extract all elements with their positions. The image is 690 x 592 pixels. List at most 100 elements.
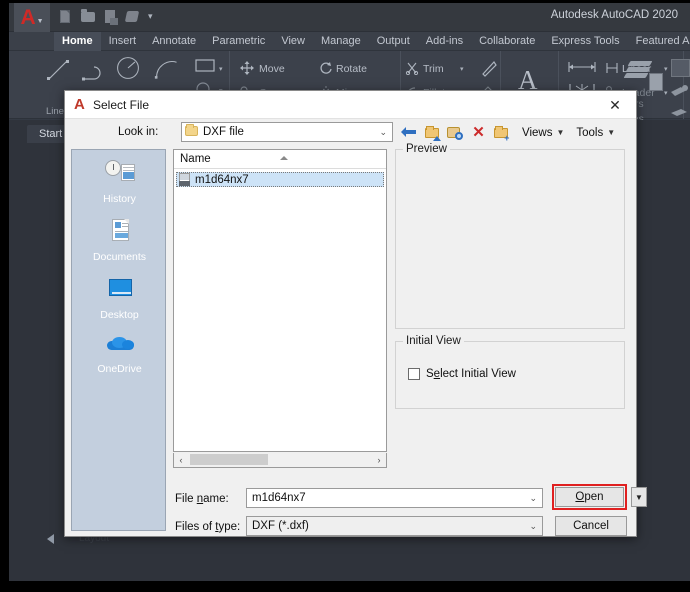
tab-express-tools[interactable]: Express Tools [543, 32, 627, 51]
lookin-combobox[interactable]: DXF file ⌄ [181, 122, 393, 142]
layer-properties-icon[interactable] [649, 73, 663, 91]
select-file-dialog: A Select File ✕ Look in: DXF file ⌄ ✕ + … [64, 90, 647, 537]
lookin-value: DXF file [203, 126, 244, 138]
place-desktop[interactable]: Desktop [72, 276, 167, 321]
move-icon[interactable] [240, 61, 254, 75]
place-onedrive[interactable]: OneDrive [72, 330, 167, 375]
dxf-file-icon [179, 173, 191, 186]
documents-icon [104, 218, 136, 248]
scroll-right-icon[interactable]: › [372, 453, 386, 466]
rectangle-dropdown-icon[interactable]: ▾ [219, 65, 223, 73]
tab-home[interactable]: Home [54, 32, 101, 51]
rotate-icon[interactable] [319, 61, 333, 75]
views-caret-icon[interactable]: ▼ [556, 128, 564, 137]
place-documents-label: Documents [92, 251, 147, 263]
tab-output[interactable]: Output [369, 32, 418, 51]
file-name-value: m1d64nx7 [252, 492, 306, 504]
preview-panel: Preview [395, 143, 625, 329]
line-tool-label: Line [46, 106, 64, 117]
linear-dropdown-icon[interactable]: ▾ [664, 65, 668, 73]
place-desktop-label: Desktop [100, 309, 139, 321]
up-folder-icon[interactable] [424, 124, 441, 141]
tab-annotate[interactable]: Annotate [144, 32, 204, 51]
table-row[interactable]: m1d64nx7 [176, 172, 384, 187]
autocad-logo-icon: A [20, 6, 36, 29]
layer-state-icon[interactable] [669, 105, 689, 119]
ribbon-tab-bar: Home Insert Annotate Parametric View Man… [9, 32, 690, 51]
leader-dropdown-icon[interactable]: ▾ [664, 89, 668, 97]
dialog-toolbar: ✕ + Views ▼ Tools ▼ [401, 122, 615, 143]
open-button[interactable]: Open [555, 487, 624, 507]
folder-icon [185, 124, 198, 136]
previous-page-arrow-icon[interactable] [47, 534, 54, 544]
arc-tool-icon[interactable] [154, 57, 180, 83]
places-bar: History Documents Desktop OneDrive [71, 149, 166, 531]
app-menu-caret-icon: ▼ [36, 18, 44, 25]
tab-manage[interactable]: Manage [313, 32, 369, 51]
tab-insert[interactable]: Insert [101, 32, 145, 51]
dialog-title-bar: A Select File ✕ [65, 91, 636, 119]
tools-menu-label: Tools [576, 126, 604, 139]
select-initial-view-checkbox[interactable] [408, 368, 420, 380]
file-name-chevron-down-icon[interactable]: ⌄ [529, 493, 537, 504]
rotate-tool-label: Rotate [336, 63, 367, 75]
tools-menu[interactable]: Tools ▼ [576, 127, 615, 139]
trim-dropdown-icon[interactable]: ▾ [460, 65, 464, 73]
circle-tool-icon[interactable] [115, 55, 141, 81]
move-tool-label: Move [259, 63, 285, 75]
dimension-icon[interactable] [567, 59, 597, 77]
place-documents[interactable]: Documents [72, 218, 167, 263]
plot-icon[interactable] [124, 9, 140, 24]
new-folder-icon[interactable]: + [493, 124, 510, 143]
file-name-input[interactable]: m1d64nx7 ⌄ [246, 488, 543, 508]
file-name-label: m1d64nx7 [195, 173, 249, 186]
column-header-name[interactable]: Name [180, 153, 211, 165]
rotate-tool[interactable]: Rotate [336, 63, 367, 75]
files-of-type-chevron-down-icon[interactable]: ⌄ [529, 521, 537, 532]
horizontal-scrollbar[interactable]: ‹ › [173, 453, 387, 468]
eraser-icon[interactable] [480, 59, 498, 77]
move-tool[interactable]: Move [259, 63, 285, 75]
match-properties-icon[interactable] [669, 83, 689, 101]
tab-addins[interactable]: Add-ins [418, 32, 471, 51]
open-icon[interactable] [81, 9, 96, 24]
files-of-type-select[interactable]: DXF (*.dxf) ⌄ [246, 516, 543, 536]
scrollbar-thumb[interactable] [190, 454, 268, 465]
sort-ascending-icon[interactable] [280, 156, 288, 160]
application-menu-button[interactable]: A ▼ [14, 3, 50, 32]
delete-icon[interactable]: ✕ [470, 124, 487, 141]
rectangle-tool-icon[interactable] [193, 54, 219, 80]
cancel-button[interactable]: Cancel [555, 516, 627, 536]
views-menu-label: Views [522, 126, 553, 139]
select-initial-view-row[interactable]: Select Initial View [408, 368, 516, 380]
chevron-down-icon[interactable]: ⌄ [379, 127, 387, 138]
new-icon[interactable] [59, 9, 74, 24]
polyline-tool-icon[interactable] [81, 59, 107, 85]
file-list[interactable]: Name m1d64nx7 [173, 149, 387, 452]
dialog-body: History Documents Desktop OneDrive Name … [65, 143, 638, 531]
search-folder-icon[interactable] [447, 124, 464, 141]
open-split-dropdown-icon[interactable]: ▼ [631, 487, 647, 507]
place-onedrive-label: OneDrive [97, 363, 142, 375]
place-history-label: History [103, 193, 136, 205]
line-tool-icon[interactable] [45, 57, 71, 83]
scroll-left-icon[interactable]: ‹ [174, 453, 188, 466]
views-menu[interactable]: Views ▼ [522, 127, 564, 139]
properties-panel-icon[interactable] [671, 59, 690, 77]
screenshot-root: A ▼ ▾ Autodesk AutoCAD 2020 Home Insert … [0, 0, 690, 592]
trim-tool-label: Trim [423, 63, 444, 75]
tab-collaborate[interactable]: Collaborate [471, 32, 543, 51]
tab-view[interactable]: View [273, 32, 313, 51]
tools-caret-icon[interactable]: ▼ [607, 128, 615, 137]
initial-view-panel: Initial View Select Initial View [395, 335, 625, 409]
trim-tool[interactable]: Trim [423, 63, 444, 75]
close-icon[interactable]: ✕ [600, 95, 630, 115]
place-history[interactable]: History [72, 160, 167, 205]
back-icon[interactable] [401, 124, 418, 141]
trim-icon[interactable] [405, 61, 419, 75]
save-icon[interactable] [103, 9, 118, 25]
linear-dim-icon[interactable] [605, 61, 619, 75]
tab-parametric[interactable]: Parametric [204, 32, 273, 51]
qat-dropdown-icon[interactable]: ▾ [148, 11, 153, 22]
tab-featured-apps[interactable]: Featured A [628, 32, 690, 51]
